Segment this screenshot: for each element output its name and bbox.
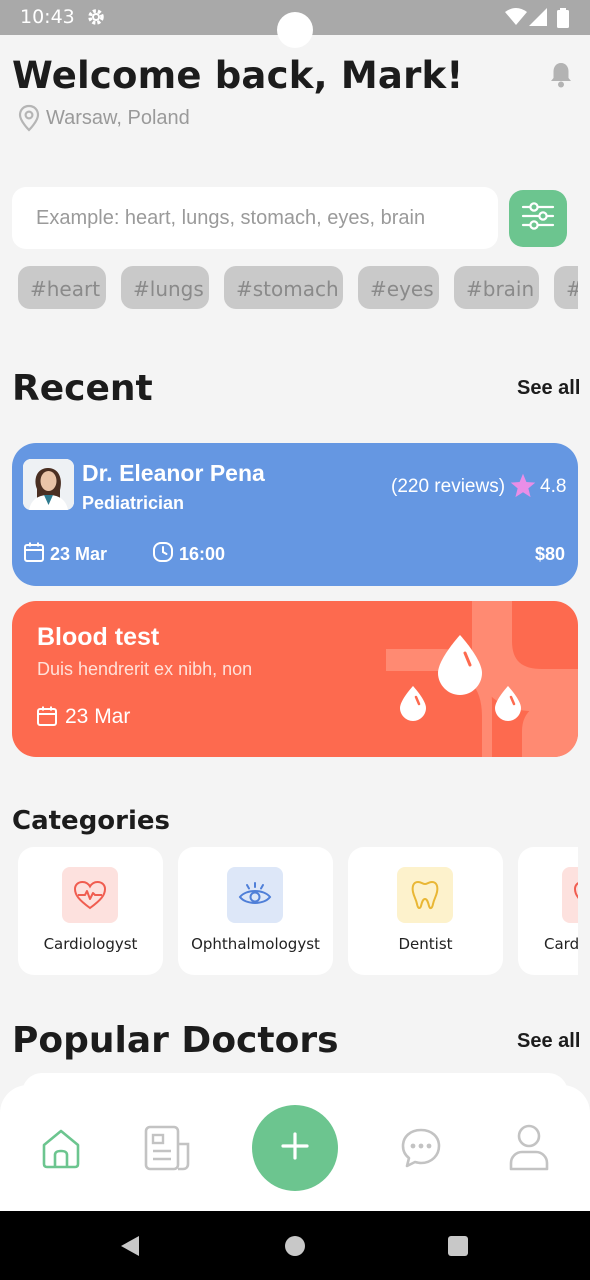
blood-drops-illustration: [382, 601, 578, 757]
status-time: 10:43: [20, 6, 75, 28]
category-label: Dentist: [398, 935, 453, 953]
search-bar: [12, 187, 498, 249]
tag-chip[interactable]: #stomach: [224, 266, 343, 309]
bell-icon[interactable]: [548, 60, 574, 93]
category-card-cardiology-2[interactable]: Card: [518, 847, 578, 975]
bottom-nav: [0, 1085, 590, 1211]
add-button[interactable]: [252, 1105, 338, 1191]
battery-icon: [557, 8, 569, 33]
category-card-dentist[interactable]: Dentist: [348, 847, 503, 975]
blood-test-card[interactable]: Blood test Duis hendrerit ex nibh, non 2…: [12, 601, 578, 757]
section-title-categories: Categories: [12, 806, 171, 836]
filter-button[interactable]: [509, 190, 567, 247]
signal-icon: [529, 8, 547, 31]
clock-icon: [152, 541, 174, 568]
sliders-icon: [521, 199, 555, 238]
eye-icon: [227, 867, 283, 923]
star-icon: [509, 472, 537, 505]
review-count: (220 reviews): [391, 476, 506, 497]
heart-pulse-icon: [62, 867, 118, 923]
tag-chip[interactable]: #s: [554, 266, 578, 309]
tag-chip[interactable]: #brain: [454, 266, 539, 309]
calendar-icon: [23, 541, 45, 568]
wifi-icon: [505, 8, 527, 31]
location-label: Warsaw, Poland: [46, 107, 190, 129]
heart-pulse-icon: [562, 867, 578, 923]
back-icon[interactable]: [120, 1235, 140, 1262]
doctor-specialty: Pediatrician: [82, 493, 185, 513]
calendar-icon: [36, 705, 58, 732]
search-input[interactable]: [34, 205, 476, 231]
camera-cutout: [277, 12, 313, 48]
profile-icon[interactable]: [504, 1123, 554, 1173]
home-icon[interactable]: [36, 1123, 86, 1173]
appointment-price: $80: [535, 544, 566, 564]
test-date: 23 Mar: [65, 705, 131, 728]
section-title-popular: Popular Doctors: [12, 1020, 339, 1061]
home-circle-icon[interactable]: [284, 1235, 306, 1262]
location-pin-icon: [18, 104, 40, 137]
see-all-recent-link[interactable]: See all: [517, 377, 580, 400]
tag-chip[interactable]: #heart: [18, 266, 106, 309]
recents-icon[interactable]: [447, 1235, 469, 1262]
tag-chip[interactable]: #lungs: [121, 266, 209, 309]
category-card-cardiology[interactable]: Cardiologyst: [18, 847, 163, 975]
doctor-name: Dr. Eleanor Pena: [82, 460, 265, 486]
system-nav-bar: [0, 1211, 590, 1280]
doctor-rating: 4.8: [540, 476, 567, 497]
category-label: Ophthalmologyst: [191, 935, 320, 953]
tag-chip[interactable]: #eyes: [358, 266, 439, 309]
category-card-ophthalmology[interactable]: Ophthalmologyst: [178, 847, 333, 975]
section-title-recent: Recent: [12, 368, 153, 409]
test-subtitle: Duis hendrerit ex nibh, non: [37, 659, 253, 679]
add-icon: [280, 1131, 310, 1166]
appointment-time: 16:00: [179, 544, 226, 564]
test-title: Blood test: [37, 623, 160, 651]
category-list: Cardiologyst Ophthalmologyst Dentist Car…: [18, 847, 578, 975]
gear-icon: [86, 7, 106, 32]
document-icon[interactable]: [143, 1123, 193, 1173]
appointment-card[interactable]: Dr. Eleanor Pena Pediatrician (220 revie…: [12, 443, 578, 586]
appointment-date: 23 Mar: [50, 544, 108, 564]
tag-list: #heart #lungs #stomach #eyes #brain #s: [18, 266, 578, 310]
category-label: Card: [544, 935, 578, 953]
tooth-icon: [397, 867, 453, 923]
page-title: Welcome back, Mark!: [12, 54, 464, 97]
see-all-popular-link[interactable]: See all: [517, 1030, 580, 1053]
category-label: Cardiologyst: [43, 935, 138, 953]
chat-icon[interactable]: [396, 1123, 446, 1173]
doctor-avatar: [23, 459, 74, 510]
